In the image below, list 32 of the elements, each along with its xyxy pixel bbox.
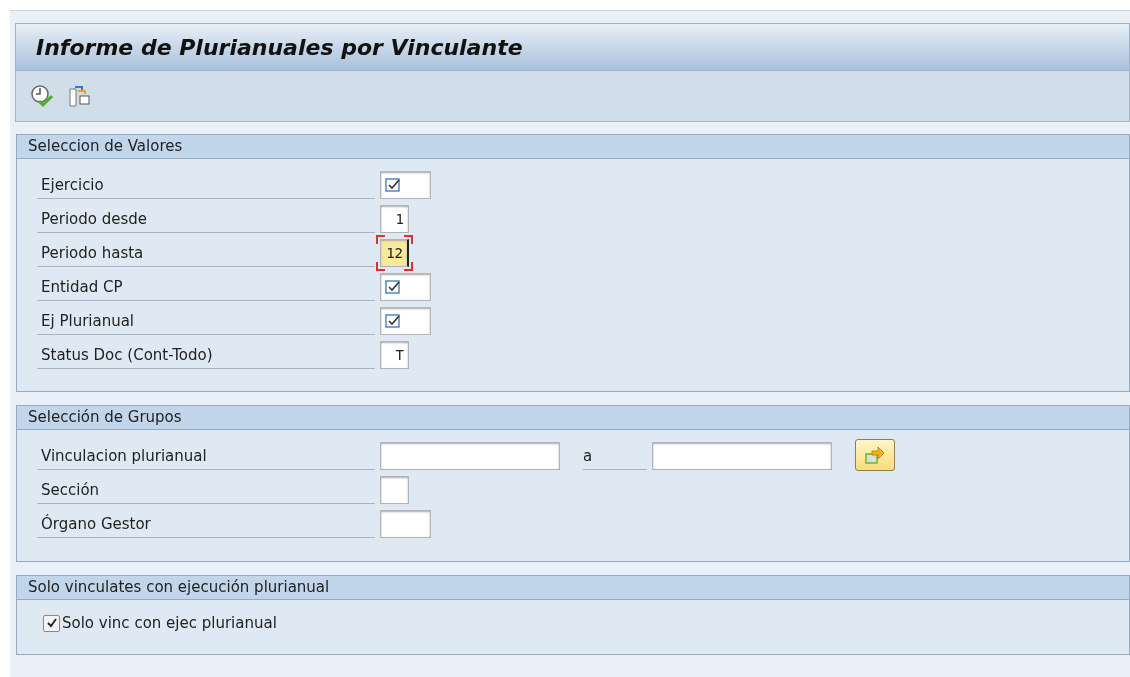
input-field[interactable] (380, 171, 431, 199)
input-field[interactable] (380, 442, 560, 470)
arrow-box-icon (864, 445, 886, 465)
group-title: Solo vinculates con ejecución plurianual (28, 578, 330, 596)
input-field[interactable] (652, 442, 832, 470)
field-label: Periodo desde (37, 203, 375, 233)
field-label: Ej Plurianual (37, 305, 375, 335)
field-label: Órgano Gestor (37, 508, 375, 538)
group-title: Selección de Grupos (28, 408, 182, 426)
group-title: Seleccion de Valores (28, 137, 183, 155)
input-field[interactable] (380, 273, 431, 301)
range-label: a (583, 440, 647, 470)
field-label: Entidad CP (37, 271, 375, 301)
input-field[interactable]: T (380, 341, 409, 369)
input-field[interactable] (380, 476, 409, 504)
execute-clock-icon[interactable] (30, 84, 54, 108)
required-check-icon (385, 313, 401, 329)
field-label: Sección (37, 474, 375, 504)
required-check-icon (385, 177, 401, 193)
window-title: Informe de Plurianuales por Vinculante (36, 34, 523, 60)
windows-icon[interactable] (68, 84, 92, 108)
input-field[interactable] (380, 307, 431, 335)
checkbox[interactable] (43, 614, 60, 632)
input-field[interactable]: 1 (380, 205, 409, 233)
multiple-selection-button[interactable] (855, 439, 895, 471)
required-check-icon (385, 279, 401, 295)
input-field[interactable] (380, 510, 431, 538)
field-label: Ejercicio (37, 169, 375, 199)
checkbox-label: Solo vinc con ejec plurianual (62, 614, 277, 632)
field-label: Status Doc (Cont-Todo) (37, 339, 375, 369)
field-label: Vinculacion plurianual (37, 440, 375, 470)
field-label: Periodo hasta (37, 237, 375, 267)
